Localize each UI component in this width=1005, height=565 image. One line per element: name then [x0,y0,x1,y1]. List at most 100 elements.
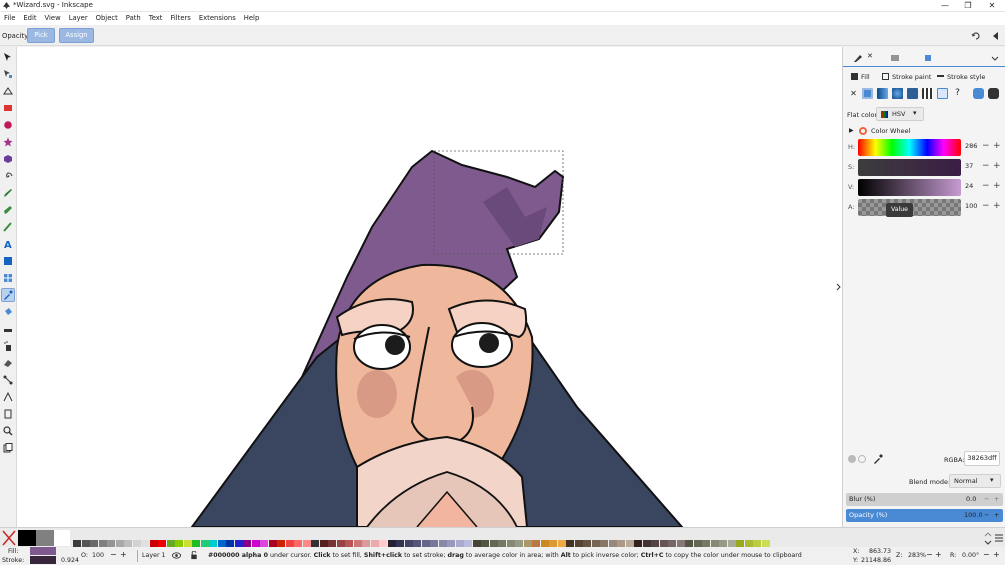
blend-mode-select[interactable]: Normal ▾ [949,474,1001,488]
saturation-increment-button[interactable]: + [993,161,1001,171]
zoom-decrement-button[interactable]: − [926,550,933,559]
dropper-tool-icon[interactable] [3,290,13,300]
fill-rule-evenodd-icon[interactable] [973,88,984,99]
opacity-value[interactable]: 100.0 [964,509,983,522]
document-tool-icon[interactable] [3,443,13,453]
tab-fill[interactable]: Fill [851,71,870,83]
swatch-icon[interactable] [937,88,948,99]
assign-button[interactable]: Assign [59,28,94,43]
blur-increment-button[interactable]: + [994,493,999,506]
pencil-tool-icon[interactable] [3,188,13,198]
value-increment-button[interactable]: + [993,181,1001,191]
menu-path[interactable]: Path [122,12,145,25]
opacity-short-value[interactable]: 100 [92,552,104,559]
mesh-tool-icon[interactable] [3,273,13,283]
saturation-slider[interactable] [858,159,961,176]
swatch-black[interactable] [18,530,36,546]
no-paint-icon[interactable]: ✕ [848,88,859,99]
pages-tool-icon[interactable] [3,409,13,419]
spiral-tool-icon[interactable] [3,171,13,181]
measure-tool-icon[interactable] [3,392,13,402]
mesh-gradient-icon[interactable] [907,88,918,99]
rotation-decrement-button[interactable]: − [983,550,990,559]
blur-value[interactable]: 0.0 [966,493,976,506]
maximize-button[interactable]: ❐ [957,0,979,12]
node-tool-icon[interactable] [3,69,13,79]
value-slider[interactable] [858,179,961,196]
palette-down-icon[interactable] [983,539,993,547]
pen-tool-icon[interactable] [3,205,13,215]
panel-menu-icon[interactable] [990,53,1000,63]
menu-text[interactable]: Text [145,12,167,25]
color-wheel-label[interactable]: Color Wheel [871,127,910,135]
eye-visibility-icon[interactable] [172,551,181,560]
swatch-gray[interactable] [36,530,54,546]
opacity-increment-button[interactable]: + [120,550,127,559]
star-tool-icon[interactable] [3,137,13,147]
spray-tool-icon[interactable] [3,341,13,351]
alpha-decrement-button[interactable]: − [982,201,990,211]
menu-extensions[interactable]: Extensions [195,12,240,25]
ellipse-tool-icon[interactable] [3,120,13,130]
alpha-increment-button[interactable]: + [993,201,1001,211]
text-tool-icon[interactable]: A [3,239,13,249]
opacity-slider[interactable]: Opacity (%) 100.0 − + [846,509,1003,522]
stroke-indicator-swatch[interactable] [30,556,56,564]
flat-color-icon[interactable] [862,88,873,99]
export-dialog-icon[interactable] [923,53,933,63]
layers-dialog-icon[interactable] [890,53,900,63]
stroke-width-value[interactable]: 0.924 [61,557,79,564]
hue-decrement-button[interactable]: − [982,141,990,151]
close-tab-icon[interactable]: ✕ [867,52,873,60]
eraser-tool-icon[interactable] [3,358,13,368]
lpe-tool-icon[interactable] [3,324,13,334]
no-paint-swatch-icon[interactable] [2,530,16,546]
tab-stroke-paint[interactable]: Stroke paint [882,71,931,83]
color-mode-select[interactable]: HSV ▾ [876,107,924,121]
hue-slider[interactable] [858,139,961,156]
saturation-decrement-button[interactable]: − [982,161,990,171]
expand-arrow-icon[interactable]: ▶ [849,127,854,134]
zoom-tool-icon[interactable] [3,426,13,436]
menu-view[interactable]: View [41,12,65,25]
tweak-tool-icon[interactable] [3,86,13,96]
zoom-value[interactable]: 283% [908,552,926,559]
menu-layer[interactable]: Layer [65,12,92,25]
fill-indicator-swatch[interactable] [30,547,56,555]
value-decrement-button[interactable]: − [982,181,990,191]
lock-icon[interactable] [190,551,198,560]
rectangle-tool-icon[interactable] [3,103,13,113]
unset-paint-icon[interactable]: ? [952,88,963,99]
pattern-icon[interactable] [922,88,933,99]
calligraphy-tool-icon[interactable] [3,222,13,232]
blur-decrement-button[interactable]: − [984,493,989,506]
tab-stroke-style[interactable]: Stroke style [937,71,985,83]
menu-file[interactable]: File [0,12,19,25]
gradient-tool-icon[interactable] [3,256,13,266]
opacity-increment-button[interactable]: + [994,509,999,522]
menu-help[interactable]: Help [240,12,264,25]
close-button[interactable]: ✕ [981,0,1003,12]
connector-tool-icon[interactable] [3,375,13,385]
fill-rule-nonzero-icon[interactable] [988,88,999,99]
radial-gradient-icon[interactable] [892,88,903,99]
current-layer-label[interactable]: Layer 1 [142,552,166,559]
rgba-input[interactable]: 38263dff [964,451,1000,466]
linear-gradient-icon[interactable] [877,88,888,99]
hue-increment-button[interactable]: + [993,141,1001,151]
rotation-increment-button[interactable]: + [993,550,1000,559]
collapse-left-icon[interactable] [991,31,1001,41]
opacity-decrement-button[interactable]: − [984,509,989,522]
snap-icon[interactable] [971,31,981,41]
palette-up-icon[interactable] [983,530,993,538]
minimize-button[interactable]: — [934,0,956,12]
picker-dropper-icon[interactable] [873,454,883,464]
zoom-increment-button[interactable]: + [935,550,942,559]
canvas[interactable] [16,47,842,527]
palette-menu-icon[interactable] [994,533,1004,543]
menu-edit[interactable]: Edit [19,12,40,25]
menu-object[interactable]: Object [92,12,122,25]
fill-stroke-dialog-icon[interactable] [853,53,863,63]
rotation-value[interactable]: 0.00° [962,552,979,559]
opacity-decrement-button[interactable]: − [110,550,117,559]
